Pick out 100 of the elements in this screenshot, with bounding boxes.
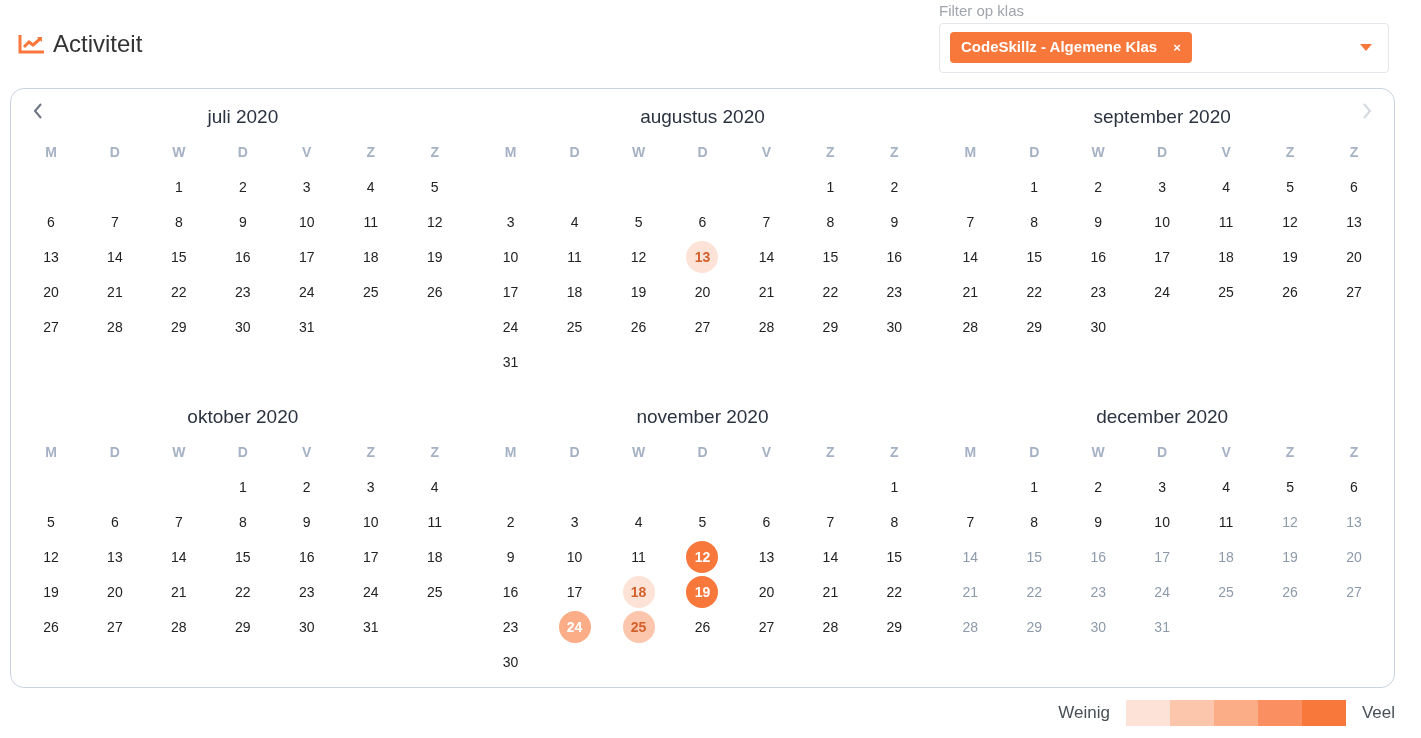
weekday-header: Z (366, 143, 375, 162)
day-number: 27 (42, 317, 60, 337)
day-number: 24 (361, 582, 380, 602)
day-number: 1 (173, 177, 184, 197)
weekday-header: D (1157, 443, 1168, 462)
day-number: 20 (1345, 547, 1363, 567)
month-title: oktober 2020 (187, 405, 299, 429)
day-number: 10 (1153, 512, 1171, 532)
weekday-header: Z (890, 143, 899, 162)
page-title: Activiteit (53, 29, 143, 59)
day-number: 3 (1157, 177, 1168, 197)
month-title: augustus 2020 (640, 105, 765, 129)
day-number: 12 (629, 247, 648, 267)
day-number: 9 (889, 212, 900, 232)
day-number: 1 (1029, 177, 1040, 197)
day-number: 20 (757, 582, 776, 602)
day-number: 16 (885, 247, 904, 267)
day-number: 4 (633, 512, 644, 532)
day-number: 24 (558, 610, 591, 643)
day-number: 27 (693, 317, 712, 337)
weekday-header: Z (1285, 143, 1295, 162)
day-number: 9 (301, 512, 312, 532)
day-number: 31 (1153, 617, 1171, 637)
day-number: 1 (237, 477, 248, 497)
day-number: 21 (170, 582, 188, 602)
weekday-header: M (964, 143, 977, 162)
weekday-header: D (237, 443, 248, 462)
weekday-header: V (1221, 443, 1231, 462)
day-number: 4 (365, 177, 376, 197)
weekday-header: D (697, 443, 708, 462)
day-number: 19 (42, 582, 60, 602)
day-number: 20 (106, 582, 124, 602)
weekday-header: V (302, 143, 312, 162)
weekday-header: M (964, 443, 977, 462)
day-number: 9 (505, 547, 516, 567)
weekday-header: V (1221, 143, 1231, 162)
day-number: 29 (234, 617, 252, 637)
previous-month-icon[interactable] (33, 103, 43, 119)
weekday-header: W (172, 143, 186, 162)
weekday-header: M (45, 143, 57, 162)
class-tag: CodeSkillz - Algemene Klas × (950, 32, 1192, 63)
weekday-header: Z (430, 443, 439, 462)
weekday-header: M (504, 443, 517, 462)
caret-icon (1360, 44, 1372, 51)
day-number: 19 (629, 282, 648, 302)
day-number: 26 (629, 317, 648, 337)
day-number: 30 (1089, 317, 1107, 337)
day-number: 29 (885, 617, 904, 637)
class-select[interactable]: CodeSkillz - Algemene Klas × (939, 22, 1389, 73)
day-number: 6 (46, 212, 56, 232)
day-number: 28 (757, 317, 776, 337)
day-number: 23 (1089, 282, 1107, 302)
day-number: 29 (821, 317, 840, 337)
day-number: 8 (1029, 212, 1040, 232)
day-number: 10 (1153, 212, 1171, 232)
remove-tag-button[interactable]: × (1173, 37, 1181, 58)
day-number: 14 (821, 547, 840, 567)
weekday-header: W (631, 143, 646, 162)
day-number: 9 (1093, 212, 1104, 232)
day-number: 21 (961, 282, 980, 302)
day-number: 14 (106, 247, 124, 267)
day-number: 19 (686, 575, 719, 608)
day-number: 26 (1281, 282, 1299, 302)
weekday-header: Z (826, 143, 835, 162)
day-number: 16 (234, 247, 252, 267)
day-number: 10 (297, 212, 316, 232)
day-number: 1 (889, 477, 900, 497)
day-number: 28 (821, 617, 840, 637)
day-number: 25 (565, 317, 584, 337)
day-number: 22 (821, 282, 840, 302)
day-number: 4 (569, 212, 580, 232)
day-number: 5 (633, 212, 644, 232)
weekday-header: W (172, 443, 186, 462)
day-number: 7 (761, 212, 772, 232)
day-number: 23 (234, 282, 252, 302)
day-number: 16 (297, 547, 316, 567)
day-number: 24 (1153, 582, 1171, 602)
day-number: 5 (429, 177, 440, 197)
weekday-header: Z (1285, 443, 1295, 462)
day-number: 13 (106, 547, 124, 567)
day-number: 22 (170, 282, 188, 302)
day-number: 3 (301, 177, 312, 197)
day-number: 27 (1345, 582, 1363, 602)
day-number: 27 (1345, 282, 1363, 302)
day-number: 30 (297, 617, 316, 637)
day-number: 18 (565, 282, 584, 302)
day-number: 6 (1349, 177, 1359, 197)
day-number: 23 (1089, 582, 1107, 602)
weekday-header: Z (1349, 143, 1359, 162)
day-number: 28 (106, 317, 124, 337)
day-number: 27 (106, 617, 124, 637)
day-number: 11 (362, 212, 379, 232)
day-number: 18 (361, 247, 380, 267)
weekday-header: W (1091, 143, 1105, 162)
day-number: 30 (234, 317, 252, 337)
weekday-header: D (109, 143, 120, 162)
day-number: 8 (825, 212, 836, 232)
day-number: 23 (885, 282, 904, 302)
day-number: 15 (234, 547, 252, 567)
day-number: 10 (501, 247, 520, 267)
